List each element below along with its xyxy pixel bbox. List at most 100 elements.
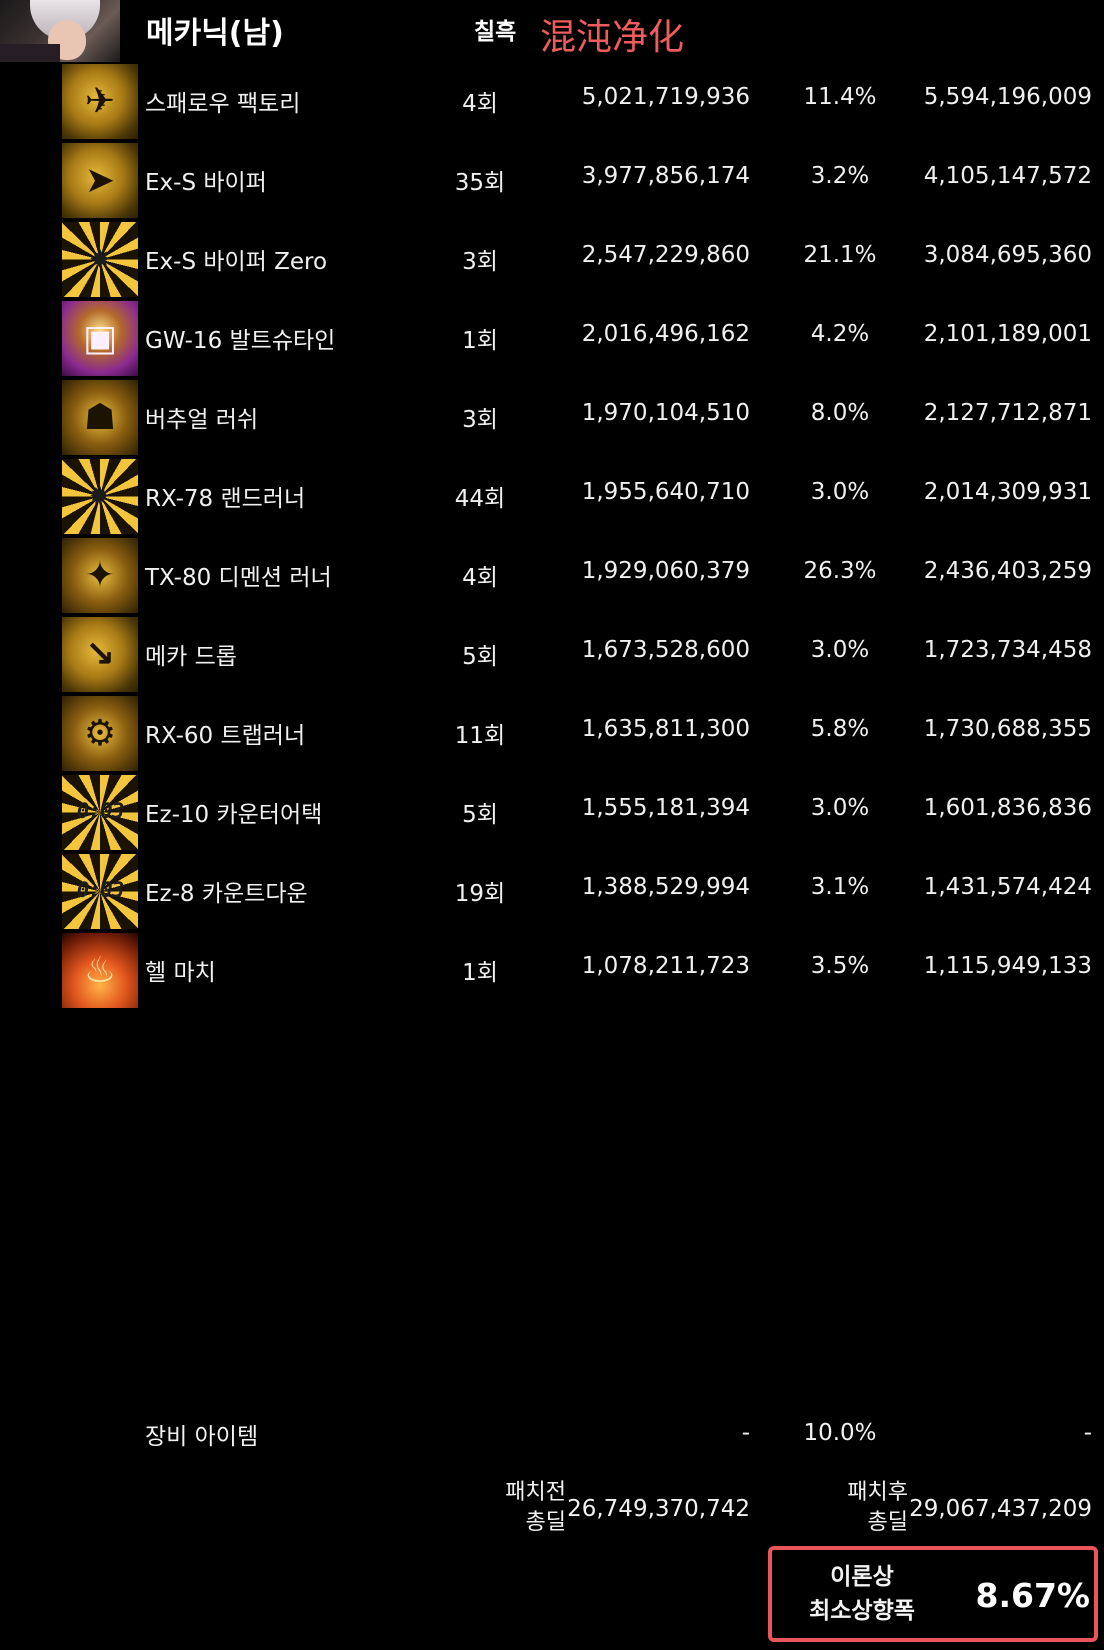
skill-damage-after: 4,105,147,572 [923,163,1092,189]
after-label-line1: 패치후 [847,1480,908,1505]
skill-damage-before: 1,388,529,994 [581,874,750,900]
skill-name: 스패로우 팩토리 [145,91,301,117]
table-row: ☗ 버추얼 러쉬 3회 1,970,104,510 8.0% 2,127,712… [0,378,1104,457]
skill-count: 3회 [462,249,498,275]
table-row: ♨ 헬 마치 1회 1,078,211,723 3.5% 1,115,949,1… [0,931,1104,1010]
portrait-outfit [0,44,60,62]
result-label-line1: 이론상 [830,1564,894,1590]
skill-buff-percent: 11.4% [803,84,877,110]
table-row: ↘ 메카 드롭 5회 1,673,528,600 3.0% 1,723,734,… [0,615,1104,694]
mecha-drop-icon: ↘ [62,617,138,692]
skill-name: 메카 드롭 [145,644,237,670]
skill-damage-after: 1,115,949,133 [923,953,1092,979]
skill-name: RX-60 트랩러너 [145,723,306,749]
count-column-header: 칠흑 [474,19,517,45]
skill-buff-percent: 8.0% [810,400,870,426]
tx-80-dimension-runner-icon: ✦ [62,538,138,613]
skill-count: 4회 [462,565,498,591]
skill-buff-percent: 3.5% [810,953,870,979]
skill-damage-before: 1,970,104,510 [581,400,750,426]
table-row: ✦ TX-80 디멘션 러너 4회 1,929,060,379 26.3% 2,… [0,536,1104,615]
skill-damage-after: 1,723,734,458 [923,637,1092,663]
hell-march-icon: ♨ [62,933,138,1008]
skill-name: GW-16 발트슈타인 [145,328,336,354]
skill-damage-before: 1,673,528,600 [581,637,750,663]
skill-count: 1회 [462,960,498,986]
skill-damage-before: 5,021,719,936 [581,84,750,110]
class-title: 메카닉(남) [146,16,284,51]
result-label-line2: 최소상향폭 [809,1598,915,1624]
skill-name: 헬 마치 [145,960,216,986]
skill-name: Ez-8 카운트다운 [145,881,308,907]
skill-count: 5회 [462,802,498,828]
skill-damage-after: 1,730,688,355 [923,716,1092,742]
table-row: ✹ RX-78 랜드러너 44회 1,955,640,710 3.0% 2,01… [0,457,1104,536]
skill-damage-before: 3,977,856,174 [581,163,750,189]
skill-buff-percent: 3.2% [810,163,870,189]
chaos-purification-tag: 混沌净化 [540,17,685,58]
character-portrait [0,0,120,62]
skill-damage-before: 1,078,211,723 [581,953,750,979]
min-increase-value: 8.67% [975,1576,1091,1615]
skill-damage-after: 5,594,196,009 [923,84,1092,110]
sparrow-factory-icon: ✈ [62,64,138,139]
before-patch-total-value: 26,749,370,742 [567,1496,750,1522]
skill-count: 19회 [454,881,506,907]
skill-count: 11회 [454,723,506,749]
table-row: ⚙ RX-60 트랩러너 11회 1,635,811,300 5.8% 1,73… [0,694,1104,773]
table-row: ➤ Ex-S 바이퍼 35회 3,977,856,174 3.2% 4,105,… [0,141,1104,220]
skill-damage-after: 3,084,695,360 [923,242,1092,268]
skill-name: RX-78 랜드러너 [145,486,306,512]
table-row: ✸ Ex-S 바이퍼 Zero 3회 2,547,229,860 21.1% 3… [0,220,1104,299]
before-label-line2: 총딜 [525,1510,566,1535]
skill-count: 3회 [462,407,498,433]
equipment-damage-before: - [741,1420,750,1446]
skill-name: 버추얼 러쉬 [145,407,259,433]
min-increase-label: 이론상 최소상향폭 [792,1560,932,1628]
before-label-line1: 패치전 [505,1480,566,1505]
skill-buff-percent: 26.3% [803,558,877,584]
skill-damage-after: 2,436,403,259 [923,558,1092,584]
table-row: 0:03 Ez-8 카운트다운 19회 1,388,529,994 3.1% 1… [0,852,1104,931]
after-label-line2: 총딜 [867,1510,908,1535]
virtual-rush-icon: ☗ [62,380,138,455]
skill-count: 5회 [462,644,498,670]
icon-timer-text: 0:03 [76,799,125,823]
skill-buff-percent: 3.0% [810,479,870,505]
rx-60-traprunner-icon: ⚙ [62,696,138,771]
skill-damage-after: 2,101,189,001 [923,321,1092,347]
skill-count: 35회 [454,170,506,196]
skill-name: Ez-10 카운터어택 [145,802,323,828]
after-patch-total-label: 패치후 총딜 [818,1478,908,1538]
icon-timer-text: 0:03 [76,878,125,902]
rx-78-landrunner-icon: ✹ [62,459,138,534]
skill-buff-percent: 4.2% [810,321,870,347]
skill-buff-percent: 5.8% [810,716,870,742]
skill-count: 44회 [454,486,506,512]
skill-buff-percent: 21.1% [803,242,877,268]
table-row: ▣ GW-16 발트슈타인 1회 2,016,496,162 4.2% 2,10… [0,299,1104,378]
skill-damage-before: 2,547,229,860 [581,242,750,268]
skill-damage-before: 2,016,496,162 [581,321,750,347]
skill-damage-after: 2,127,712,871 [923,400,1092,426]
ex-s-viper-icon: ➤ [62,143,138,218]
ez-8-countdown-icon: 0:03 [62,854,138,929]
skill-damage-before: 1,955,640,710 [581,479,750,505]
gw-16-waldstein-icon: ▣ [62,301,138,376]
table-row: 0:03 Ez-10 카운터어택 5회 1,555,181,394 3.0% 1… [0,773,1104,852]
skill-damage-after: 1,431,574,424 [923,874,1092,900]
equipment-damage-after: - [1083,1420,1092,1446]
skill-damage-after: 1,601,836,836 [923,795,1092,821]
ez-10-counterattack-icon: 0:03 [62,775,138,850]
min-increase-result-box: 이론상 최소상향폭 8.67% [768,1546,1098,1642]
table-row: ✈ 스패로우 팩토리 4회 5,021,719,936 11.4% 5,594,… [0,62,1104,141]
skill-name: Ex-S 바이퍼 [145,170,267,196]
skill-damage-after: 2,014,309,931 [923,479,1092,505]
skill-name: TX-80 디멘션 러너 [145,565,332,591]
skill-damage-before: 1,555,181,394 [581,795,750,821]
skill-buff-percent: 3.0% [810,637,870,663]
skill-count: 4회 [462,91,498,117]
skill-count: 1회 [462,328,498,354]
skill-damage-before: 1,929,060,379 [581,558,750,584]
skill-buff-percent: 3.1% [810,874,870,900]
